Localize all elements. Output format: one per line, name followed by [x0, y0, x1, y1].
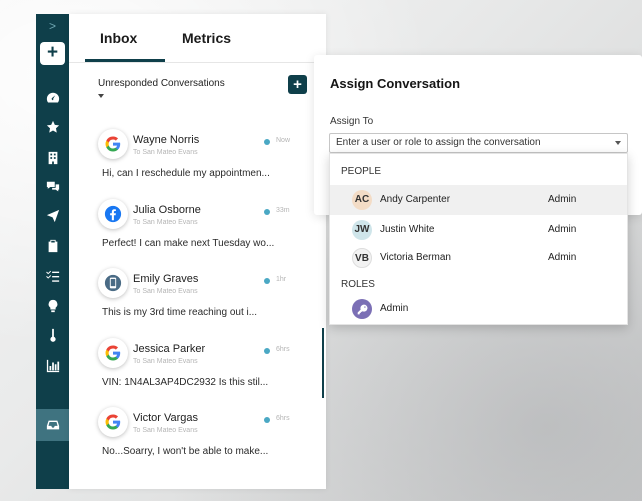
person-name: Justin White [380, 224, 435, 235]
checklist-icon[interactable] [36, 266, 69, 286]
send-icon[interactable] [36, 206, 69, 226]
recipient-line: To San Mateo Evans [133, 427, 198, 434]
thermometer-icon[interactable] [36, 325, 69, 345]
lightbulb-icon[interactable] [36, 296, 69, 316]
conversation-item[interactable]: Wayne Norris To San Mateo Evans Now Hi, … [69, 129, 326, 199]
recipient-line: To San Mateo Evans [133, 358, 198, 365]
building-icon[interactable] [36, 148, 69, 168]
unread-dot [264, 209, 270, 215]
message-preview: No...Soarry, I won't be able to make... [102, 446, 269, 457]
people-header: PEOPLE [341, 166, 382, 177]
sidebar: > + [36, 14, 69, 489]
conversation-item[interactable]: Victor Vargas To San Mateo Evans 6hrs No… [69, 407, 326, 477]
dropdown-option-role[interactable]: Admin [330, 294, 627, 324]
google-icon [98, 338, 128, 368]
unread-dot [264, 348, 270, 354]
key-icon [352, 299, 372, 319]
tab-inbox[interactable]: Inbox [100, 30, 137, 46]
person-role: Admin [548, 224, 577, 235]
contact-name: Julia Osborne [133, 204, 201, 216]
roles-header: ROLES [341, 279, 375, 290]
contact-name: Victor Vargas [133, 412, 199, 424]
recipient-line: To San Mateo Evans [133, 288, 198, 295]
facebook-icon [98, 199, 128, 229]
assign-to-placeholder: Enter a user or role to assign the conve… [336, 137, 541, 148]
tab-metrics[interactable]: Metrics [182, 30, 231, 46]
person-role: Admin [548, 252, 577, 263]
chevron-down-icon[interactable] [98, 94, 104, 98]
conversation-item[interactable]: Emily Graves To San Mateo Evans 1hr This… [69, 268, 326, 338]
chat-bubbles-icon[interactable] [36, 177, 69, 197]
google-icon [98, 407, 128, 437]
recipient-line: To San Mateo Evans [133, 149, 198, 156]
role-name: Admin [380, 303, 409, 314]
google-icon [98, 129, 128, 159]
contact-name: Emily Graves [133, 273, 199, 285]
assign-to-label: Assign To [330, 116, 374, 127]
conversation-filter-select[interactable]: Unresponded Conversations [98, 78, 225, 89]
timestamp: 6hrs [276, 415, 290, 422]
person-name: Victoria Berman [380, 252, 451, 263]
person-role: Admin [548, 194, 577, 205]
expand-sidebar-icon[interactable]: > [36, 18, 69, 34]
timestamp: 6hrs [276, 346, 290, 353]
divider [69, 62, 326, 63]
dropdown-option-person[interactable]: AC Andy Carpenter Admin [330, 185, 627, 215]
clipboard-icon[interactable] [36, 236, 69, 256]
timestamp: 33m [276, 207, 290, 214]
timestamp: Now [276, 137, 291, 144]
inbox-panel: Inbox Metrics Unresponded Conversations … [69, 14, 326, 489]
unread-dot [264, 417, 270, 423]
assignee-dropdown: PEOPLE AC Andy Carpenter Admin JW Justin… [329, 153, 628, 325]
inbox-icon[interactable] [36, 415, 69, 435]
conversation-item[interactable]: Jessica Parker To San Mateo Evans 6hrs V… [69, 338, 326, 408]
contact-name: Jessica Parker [133, 343, 206, 355]
avatar: JW [352, 220, 372, 240]
timestamp: 1hr [276, 276, 287, 283]
person-name: Andy Carpenter [380, 194, 451, 205]
add-button[interactable]: + [40, 42, 65, 65]
unread-dot [264, 278, 270, 284]
avatar: VB [352, 248, 372, 268]
dropdown-option-person[interactable]: VB Victoria Berman Admin [330, 243, 627, 273]
avatar: AC [352, 190, 372, 210]
message-preview: This is my 3rd time reaching out i... [102, 307, 258, 318]
message-preview: Perfect! I can make next Tuesday wo... [102, 238, 275, 249]
new-conversation-button[interactable]: + [288, 75, 307, 94]
chevron-down-icon[interactable] [615, 141, 621, 145]
bar-chart-icon[interactable] [36, 356, 69, 376]
dropdown-option-person[interactable]: JW Justin White Admin [330, 215, 627, 245]
message-preview: VIN: 1N4AL3AP4DC2932 Is this stil... [102, 377, 269, 388]
recipient-line: To San Mateo Evans [133, 219, 198, 226]
phone-icon [98, 268, 128, 298]
assign-to-input[interactable]: Enter a user or role to assign the conve… [329, 133, 628, 153]
contact-name: Wayne Norris [133, 134, 200, 146]
assign-title: Assign Conversation [330, 76, 461, 91]
dashboard-gauge-icon[interactable] [36, 88, 69, 108]
message-preview: Hi, can I reschedule my appointmen... [102, 168, 270, 179]
unread-dot [264, 139, 270, 145]
conversation-item[interactable]: Julia Osborne To San Mateo Evans 33m Per… [69, 199, 326, 269]
star-icon[interactable] [36, 117, 69, 137]
